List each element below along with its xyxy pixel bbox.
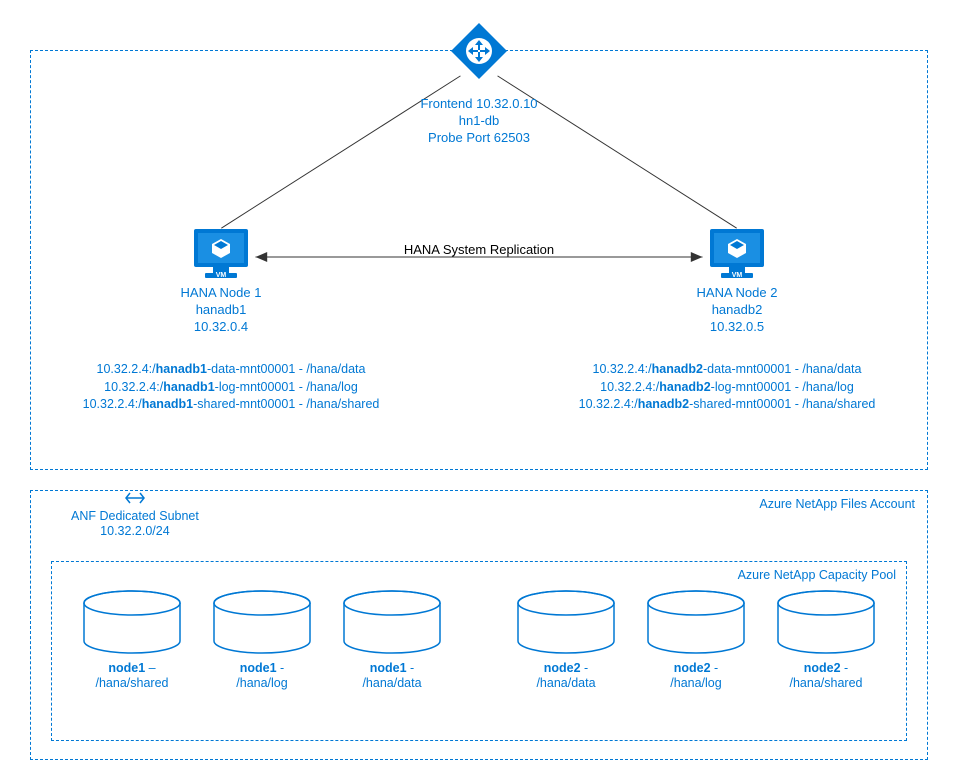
disk-label: node2 - /hana/data xyxy=(506,661,626,691)
disk-label: node1 - /hana/data xyxy=(332,661,452,691)
mounts-node-1: 10.32.2.4:/hanadb1-data-mnt00001 - /hana… xyxy=(21,361,441,414)
mount-shared: 10.32.2.4:/hanadb2-shared-mnt00001 - /ha… xyxy=(517,396,937,414)
vm-icon: VM xyxy=(707,226,767,281)
anf-account-box: ANF Dedicated Subnet 10.32.2.0/24 Azure … xyxy=(30,490,928,760)
disk-icon xyxy=(646,590,746,655)
disk-item: node2 - /hana/shared xyxy=(766,590,886,691)
disk-group-left: node1 – /hana/shared node1 - /hana/log n… xyxy=(72,590,452,691)
anf-pool-label: Azure NetApp Capacity Pool xyxy=(738,568,896,582)
vm-node-1: VM HANA Node 1 hanadb1 10.32.0.4 xyxy=(71,226,371,336)
svg-text:VM: VM xyxy=(216,272,227,279)
frontend-name: hn1-db xyxy=(420,113,537,130)
vm-node-2: VM HANA Node 2 hanadb2 10.32.0.5 xyxy=(587,226,887,336)
anf-subnet-label: ANF Dedicated Subnet xyxy=(71,509,199,524)
mounts-node-2: 10.32.2.4:/hanadb2-data-mnt00001 - /hana… xyxy=(517,361,937,414)
load-balancer-icon xyxy=(449,21,509,81)
disk-item: node2 - /hana/log xyxy=(636,590,756,691)
vm-hostname: hanadb1 xyxy=(71,302,371,319)
replication-label: HANA System Replication xyxy=(404,242,554,257)
disk-item: node1 - /hana/data xyxy=(332,590,452,691)
disk-label: node2 - /hana/log xyxy=(636,661,756,691)
vm-icon: VM xyxy=(191,226,251,281)
disk-item: node1 - /hana/log xyxy=(202,590,322,691)
disk-label: node1 – /hana/shared xyxy=(72,661,192,691)
frontend-label: Frontend 10.32.0.10 hn1-db Probe Port 62… xyxy=(420,96,537,147)
anf-subnet: ANF Dedicated Subnet 10.32.2.0/24 xyxy=(71,489,199,539)
mount-data: 10.32.2.4:/hanadb1-data-mnt00001 - /hana… xyxy=(21,361,441,379)
vm-hostname: hanadb2 xyxy=(587,302,887,319)
disk-label: node2 - /hana/shared xyxy=(766,661,886,691)
svg-text:VM: VM xyxy=(732,272,743,279)
mount-log: 10.32.2.4:/hanadb2-log-mnt00001 - /hana/… xyxy=(517,379,937,397)
frontend-probe: Probe Port 62503 xyxy=(420,130,537,147)
disk-item: node2 - /hana/data xyxy=(506,590,626,691)
vm-ip: 10.32.0.4 xyxy=(71,319,371,336)
disk-icon xyxy=(516,590,616,655)
disk-icon xyxy=(212,590,312,655)
mount-log: 10.32.2.4:/hanadb1-log-mnt00001 - /hana/… xyxy=(21,379,441,397)
disk-label: node1 - /hana/log xyxy=(202,661,322,691)
disk-item: node1 – /hana/shared xyxy=(72,590,192,691)
vm-title: HANA Node 1 xyxy=(71,285,371,302)
anf-account-label: Azure NetApp Files Account xyxy=(759,497,915,511)
frontend-ip: Frontend 10.32.0.10 xyxy=(420,96,537,113)
vm-label: HANA Node 1 hanadb1 10.32.0.4 xyxy=(71,285,371,336)
disk-icon xyxy=(342,590,442,655)
vm-ip: 10.32.0.5 xyxy=(587,319,887,336)
disks-row: node1 – /hana/shared node1 - /hana/log n… xyxy=(62,590,896,691)
anf-subnet-cidr: 10.32.2.0/24 xyxy=(71,524,199,539)
anf-capacity-pool: Azure NetApp Capacity Pool node1 – /hana… xyxy=(51,561,907,741)
vm-title: HANA Node 2 xyxy=(587,285,887,302)
disk-icon xyxy=(776,590,876,655)
subnet-icon xyxy=(122,489,148,507)
mount-data: 10.32.2.4:/hanadb2-data-mnt00001 - /hana… xyxy=(517,361,937,379)
disk-icon xyxy=(82,590,182,655)
disk-group-right: node2 - /hana/data node2 - /hana/log nod… xyxy=(506,590,886,691)
vm-label: HANA Node 2 hanadb2 10.32.0.5 xyxy=(587,285,887,336)
mount-shared: 10.32.2.4:/hanadb1-shared-mnt00001 - /ha… xyxy=(21,396,441,414)
cluster-box: Frontend 10.32.0.10 hn1-db Probe Port 62… xyxy=(30,50,928,470)
